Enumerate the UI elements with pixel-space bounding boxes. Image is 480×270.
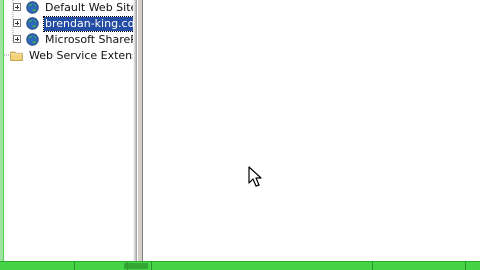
folder-icon <box>10 51 23 61</box>
status-bar <box>0 261 480 270</box>
status-grip <box>124 263 148 269</box>
tree-item-default-web-site[interactable]: Default Web Site <box>4 0 137 16</box>
mmc-window: Default Web Site brendan-king.com Micros… <box>0 0 480 270</box>
expand-plus-icon[interactable] <box>13 35 21 43</box>
tree-item-microsoft-sharepoint[interactable]: Microsoft SharePoi <box>4 32 137 48</box>
content-pane[interactable] <box>143 0 480 261</box>
status-divider <box>372 262 373 270</box>
status-divider <box>151 262 152 270</box>
status-divider <box>465 262 466 270</box>
expand-plus-icon[interactable] <box>13 19 21 27</box>
tree-item-label: Web Service Extension <box>29 49 137 62</box>
tree-item-label: Default Web Site <box>45 1 137 14</box>
tree-item-web-service-extension[interactable]: Web Service Extension <box>4 48 137 64</box>
tree-item-label: Microsoft SharePoi <box>45 33 137 46</box>
tree-item-brendan-king-com[interactable]: brendan-king.com <box>4 16 137 32</box>
globe-icon <box>26 17 39 30</box>
status-divider <box>74 262 75 270</box>
tree-pane[interactable]: Default Web Site brendan-king.com Micros… <box>4 0 137 261</box>
globe-icon <box>26 33 39 46</box>
globe-icon <box>26 1 39 14</box>
tree-item-label: brendan-king.com <box>42 16 137 32</box>
expand-plus-icon[interactable] <box>13 3 21 11</box>
